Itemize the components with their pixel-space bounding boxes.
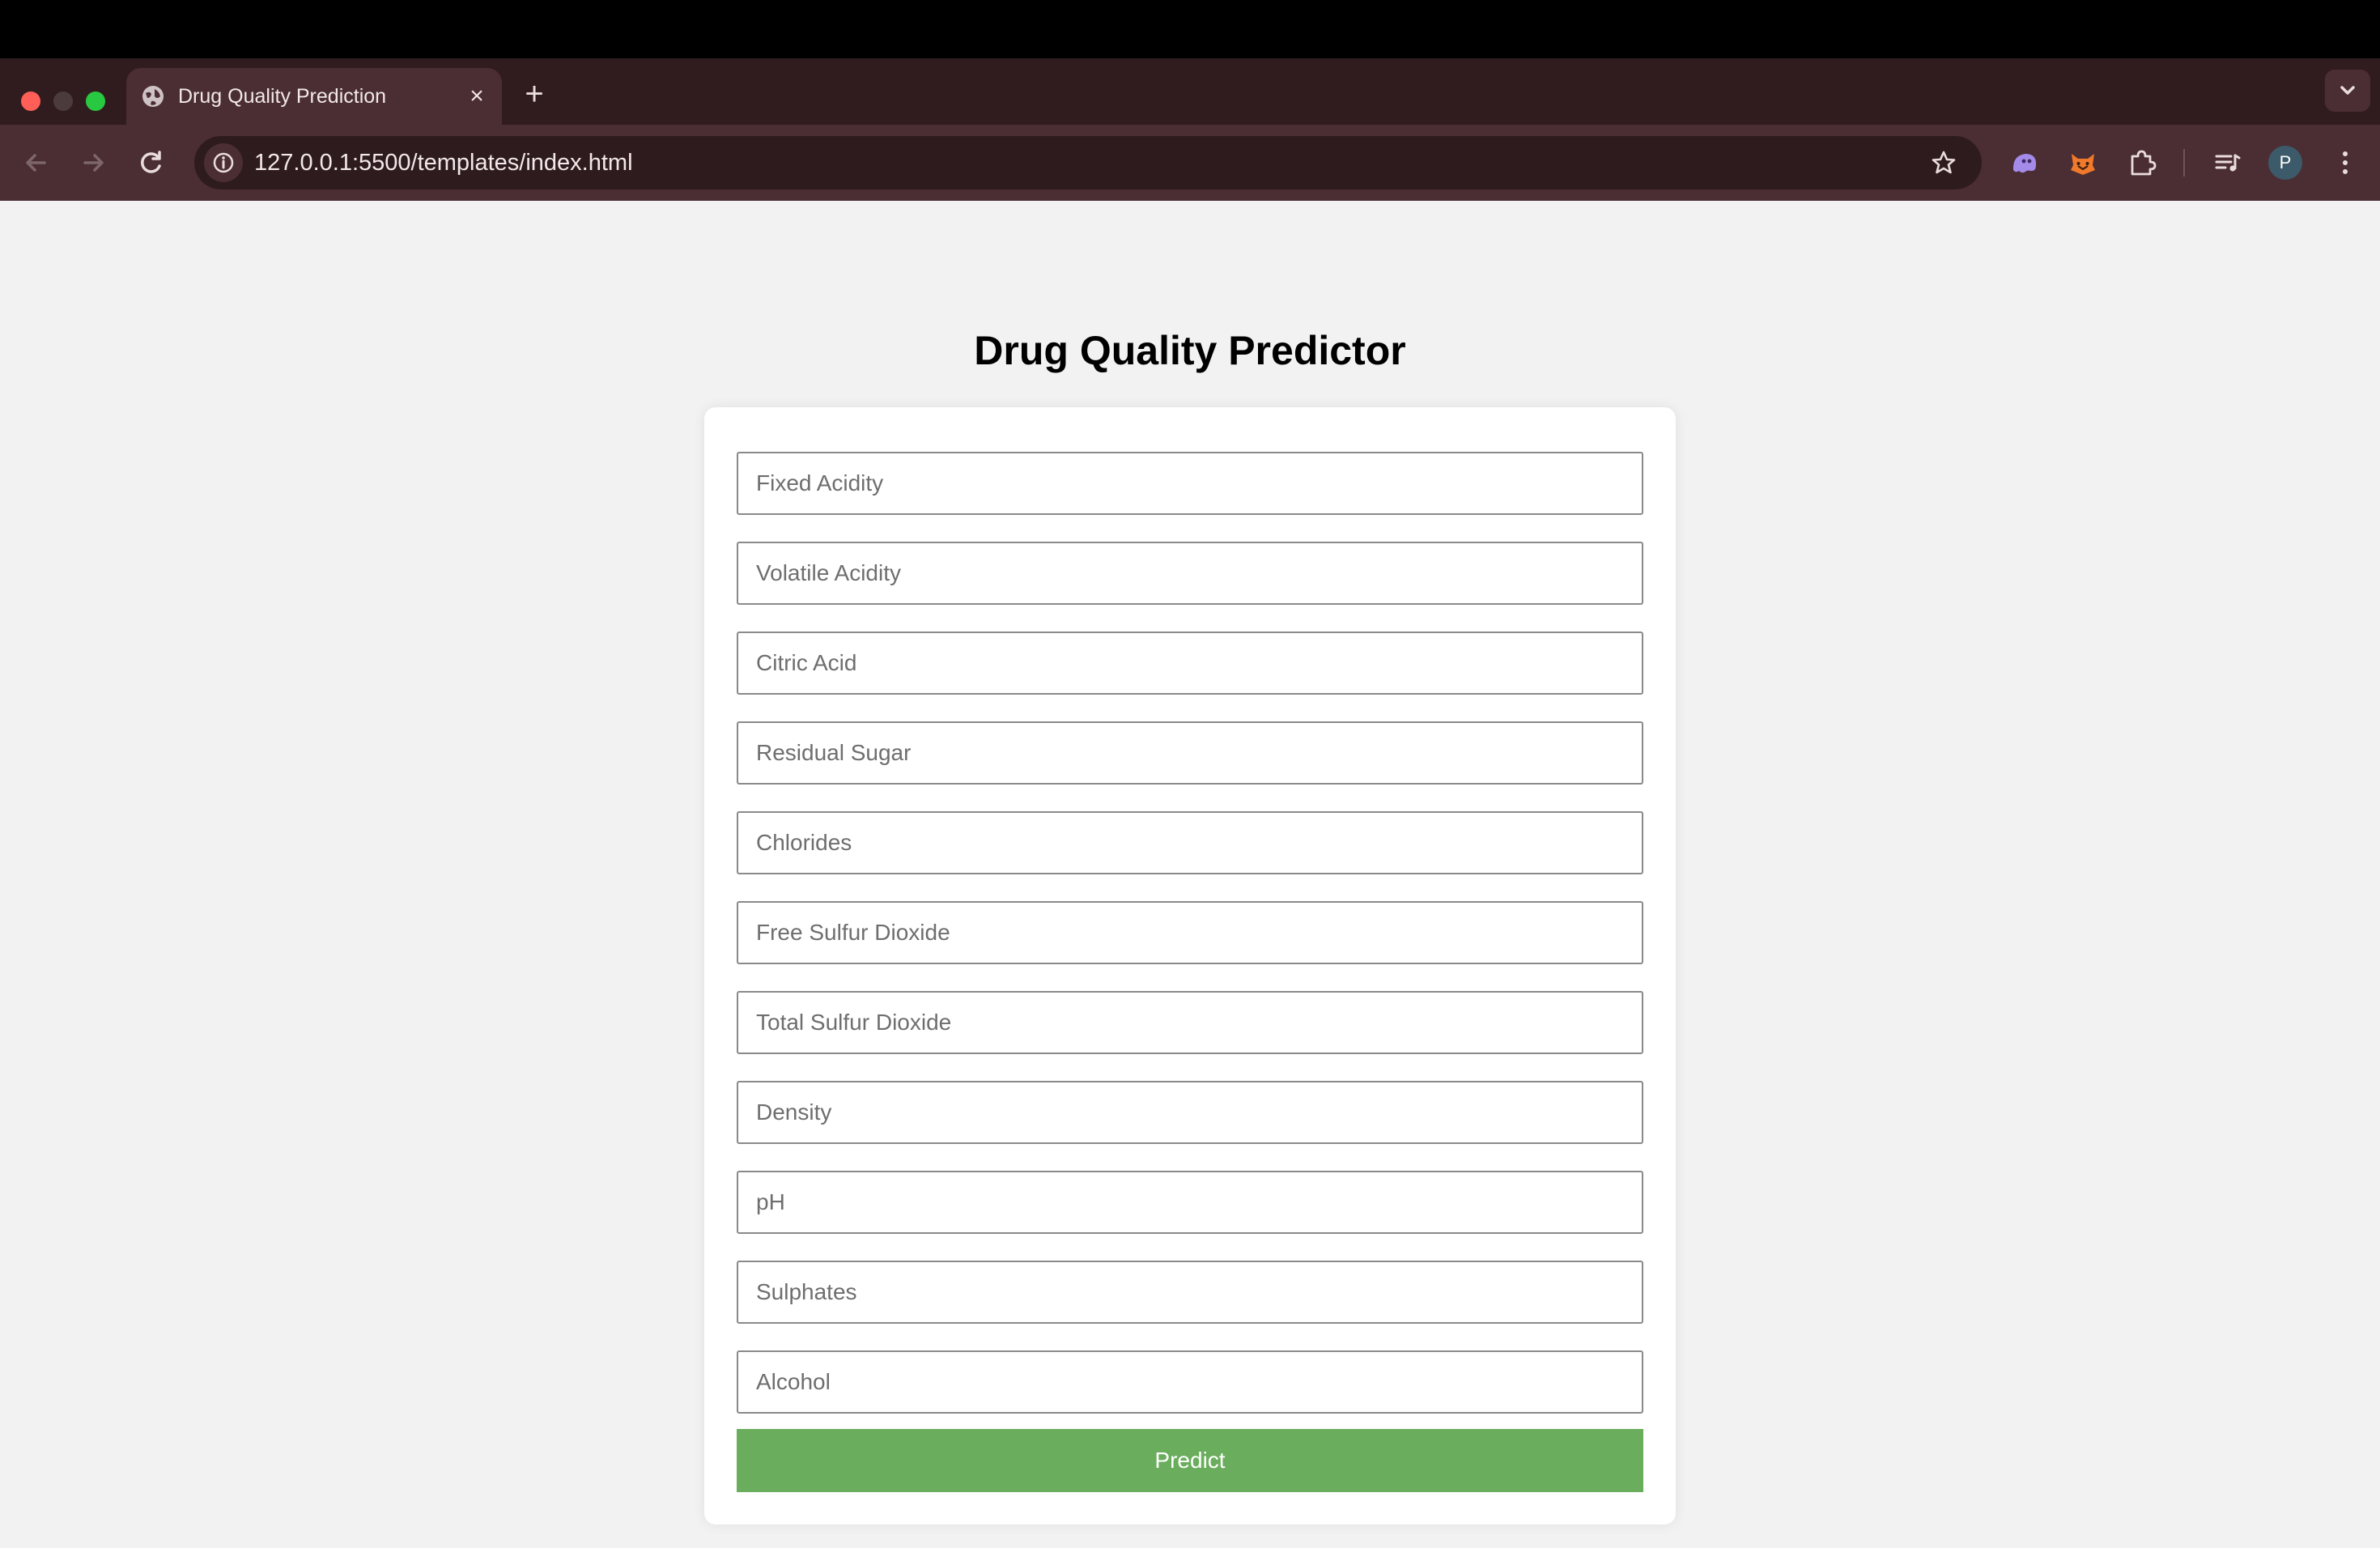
page-title: Drug Quality Predictor — [974, 328, 1406, 373]
ghost-extension-icon[interactable] — [2006, 144, 2043, 181]
volatile-acidity-input[interactable] — [737, 542, 1643, 605]
tab-strip: Drug Quality Prediction × + — [0, 58, 2380, 125]
info-icon — [213, 152, 234, 173]
total-sulfur-dioxide-input[interactable] — [737, 991, 1643, 1054]
menu-bar — [0, 0, 2380, 58]
chlorides-input[interactable] — [737, 811, 1643, 874]
maximize-window-button[interactable] — [86, 91, 105, 111]
chevron-down-icon — [2340, 86, 2355, 95]
sulphates-input[interactable] — [737, 1261, 1643, 1324]
residual-sugar-input[interactable] — [737, 721, 1643, 785]
tab-title: Drug Quality Prediction — [178, 85, 387, 108]
profile-avatar[interactable]: P — [2268, 146, 2302, 180]
plus-icon[interactable]: + — [518, 78, 550, 110]
reload-icon[interactable] — [133, 144, 170, 181]
free-sulfur-dioxide-input[interactable] — [737, 901, 1643, 964]
url-text[interactable]: 127.0.0.1:5500/templates/index.html — [254, 150, 633, 176]
alcohol-input[interactable] — [737, 1350, 1643, 1414]
address-bar[interactable]: 127.0.0.1:5500/templates/index.html — [194, 136, 1982, 189]
citric-acid-input[interactable] — [737, 632, 1643, 695]
browser-toolbar: 127.0.0.1:5500/templates/index.html P — [0, 125, 2380, 201]
prediction-form: Predict — [704, 407, 1676, 1525]
media-queue-icon[interactable] — [2208, 144, 2246, 181]
minimize-window-button[interactable] — [53, 91, 73, 111]
globe-icon — [142, 86, 164, 107]
close-window-button[interactable] — [21, 91, 40, 111]
site-info-button[interactable] — [204, 143, 243, 182]
tab-active[interactable]: Drug Quality Prediction × — [126, 68, 502, 125]
kebab-menu-icon[interactable] — [2327, 144, 2364, 181]
tab-search-button[interactable] — [2325, 70, 2370, 112]
toolbar-divider — [2183, 149, 2185, 176]
density-input[interactable] — [737, 1081, 1643, 1144]
ph-input[interactable] — [737, 1171, 1643, 1234]
puzzle-icon[interactable] — [2123, 144, 2160, 181]
back-arrow-icon[interactable] — [18, 144, 55, 181]
forward-arrow-icon[interactable] — [74, 144, 112, 181]
star-icon[interactable] — [1930, 149, 1957, 176]
fixed-acidity-input[interactable] — [737, 452, 1643, 515]
fox-extension-icon[interactable] — [2064, 144, 2102, 181]
close-icon[interactable]: × — [465, 84, 489, 108]
predict-button[interactable]: Predict — [737, 1429, 1643, 1492]
